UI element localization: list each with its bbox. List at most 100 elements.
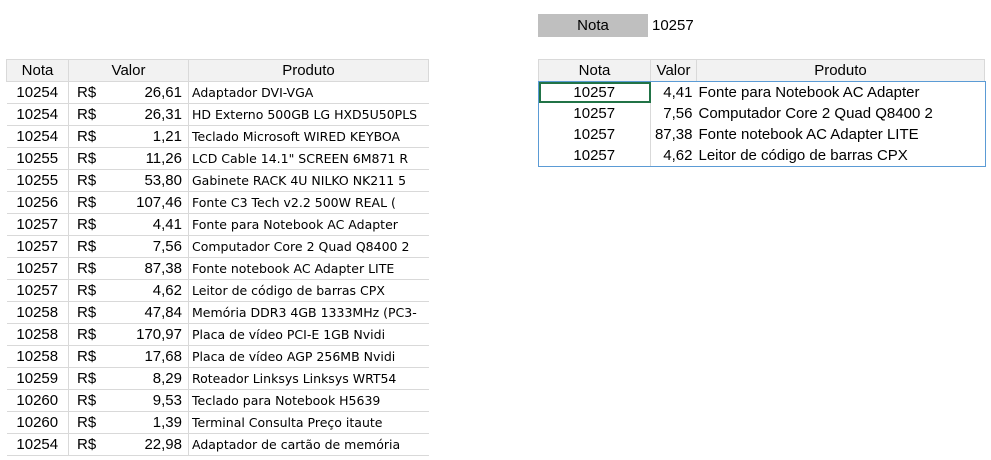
cell-produto[interactable]: Terminal Consulta Preço itaute bbox=[188, 411, 429, 434]
cell-produto[interactable]: Adaptador DVI-VGA bbox=[188, 81, 429, 104]
table-row: 10254 R$ 26,31 HD Externo 500GB LG HXD5U50P… bbox=[6, 103, 429, 126]
cell-produto[interactable]: Computador Core 2 Quad Q8400 2 bbox=[697, 103, 985, 124]
cell-currency[interactable]: R$ bbox=[68, 323, 109, 346]
cell-currency[interactable]: R$ bbox=[68, 235, 109, 258]
cell-nota[interactable]: 10257 bbox=[6, 213, 69, 236]
cell-valor[interactable]: 17,68 bbox=[108, 345, 189, 368]
cell-nota[interactable]: 10254 bbox=[6, 125, 69, 148]
cell-produto[interactable]: Fonte notebook AC Adapter LITE bbox=[697, 124, 985, 145]
table-row: 10258 R$ 17,68 Placa de vídeo AGP 256MB Nvi… bbox=[6, 345, 429, 368]
cell-valor[interactable]: 170,97 bbox=[108, 323, 189, 346]
cell-currency[interactable]: R$ bbox=[68, 345, 109, 368]
cell-currency[interactable]: R$ bbox=[68, 213, 109, 236]
cell-nota[interactable]: 10254 bbox=[6, 103, 69, 126]
table-row: 10257 87,38 Fonte notebook AC Adapter LITE bbox=[538, 124, 985, 145]
cell-produto[interactable]: LCD Cable 14.1" SCREEN 6M871 R bbox=[188, 147, 429, 170]
header-nota[interactable]: Nota bbox=[538, 59, 651, 82]
cell-produto[interactable]: Teclado para Notebook H5639 bbox=[188, 389, 429, 412]
cell-currency[interactable]: R$ bbox=[68, 169, 109, 192]
cell-valor[interactable]: 7,56 bbox=[108, 235, 189, 258]
cell-produto[interactable]: HD Externo 500GB LG HXD5U50PLS bbox=[188, 103, 429, 126]
cell-valor[interactable]: 1,39 bbox=[108, 411, 189, 434]
cell-produto[interactable]: Fonte para Notebook AC Adapter bbox=[188, 213, 429, 236]
cell-currency[interactable]: R$ bbox=[68, 147, 109, 170]
cell-currency[interactable]: R$ bbox=[68, 301, 109, 324]
cell-nota[interactable]: 10260 bbox=[6, 411, 69, 434]
cell-valor[interactable]: 47,84 bbox=[108, 301, 189, 324]
table-row: 10258 R$ 47,84 Memória DDR3 4GB 1333MHz (PC… bbox=[6, 301, 429, 324]
cell-produto[interactable]: Placa de vídeo PCI-E 1GB Nvidi bbox=[188, 323, 429, 346]
cell-currency[interactable]: R$ bbox=[68, 279, 109, 302]
cell-valor[interactable]: 53,80 bbox=[108, 169, 189, 192]
cell-nota[interactable]: 10254 bbox=[6, 433, 69, 456]
cell-produto[interactable]: Fonte notebook AC Adapter LITE bbox=[188, 257, 429, 280]
cell-valor[interactable]: 9,53 bbox=[108, 389, 189, 412]
cell-nota[interactable]: 10257 bbox=[538, 145, 651, 166]
filter-value[interactable]: 10257 bbox=[652, 14, 694, 37]
cell-valor[interactable]: 4,41 bbox=[651, 82, 697, 104]
cell-valor[interactable]: 26,31 bbox=[108, 103, 189, 126]
cell-valor[interactable]: 4,62 bbox=[108, 279, 189, 302]
cell-valor[interactable]: 4,62 bbox=[651, 145, 697, 166]
cell-nota[interactable]: 10259 bbox=[6, 367, 69, 390]
filtered-table: Nota Valor Produto 10257 4,41 Fonte para N… bbox=[537, 59, 986, 167]
cell-nota[interactable]: 10255 bbox=[6, 147, 69, 170]
cell-nota[interactable]: 10254 bbox=[6, 81, 69, 104]
cell-valor[interactable]: 22,98 bbox=[108, 433, 189, 456]
cell-currency[interactable]: R$ bbox=[68, 433, 109, 456]
cell-currency[interactable]: R$ bbox=[68, 191, 109, 214]
cell-currency[interactable]: R$ bbox=[68, 81, 109, 104]
header-produto[interactable]: Produto bbox=[696, 59, 985, 82]
active-cell[interactable]: 10257 bbox=[538, 81, 651, 103]
cell-valor[interactable]: 87,38 bbox=[651, 124, 697, 145]
filtered-table-header: Nota Valor Produto bbox=[538, 59, 985, 82]
cell-nota[interactable]: 10257 bbox=[6, 235, 69, 258]
cell-valor[interactable]: 4,41 bbox=[108, 213, 189, 236]
cell-nota[interactable]: 10257 bbox=[538, 103, 651, 124]
header-produto[interactable]: Produto bbox=[188, 59, 429, 82]
cell-nota[interactable]: 10257 bbox=[6, 279, 69, 302]
cell-produto[interactable]: Leitor de código de barras CPX bbox=[697, 145, 985, 166]
cell-valor[interactable]: 87,38 bbox=[108, 257, 189, 280]
cell-nota[interactable]: 10258 bbox=[6, 323, 69, 346]
table-row: 10257 4,62 Leitor de código de barras CPX bbox=[538, 145, 985, 166]
table-row: 10254 R$ 26,61 Adaptador DVI-VGA bbox=[6, 81, 429, 104]
cell-nota[interactable]: 10260 bbox=[6, 389, 69, 412]
cell-currency[interactable]: R$ bbox=[68, 257, 109, 280]
filter-label[interactable]: Nota bbox=[538, 14, 648, 37]
cell-valor[interactable]: 8,29 bbox=[108, 367, 189, 390]
cell-nota[interactable]: 10258 bbox=[6, 301, 69, 324]
cell-produto[interactable]: Fonte C3 Tech v2.2 500W REAL ( bbox=[188, 191, 429, 214]
cell-nota[interactable]: 10257 bbox=[538, 124, 651, 145]
cell-currency[interactable]: R$ bbox=[68, 125, 109, 148]
cell-nota[interactable]: 10256 bbox=[6, 191, 69, 214]
cell-produto[interactable]: Leitor de código de barras CPX bbox=[188, 279, 429, 302]
cell-currency[interactable]: R$ bbox=[68, 389, 109, 412]
cell-valor[interactable]: 26,61 bbox=[108, 81, 189, 104]
header-valor[interactable]: Valor bbox=[68, 59, 189, 82]
table-row: 10255 R$ 11,26 LCD Cable 14.1" SCREEN 6M871… bbox=[6, 147, 429, 170]
cell-produto[interactable]: Adaptador de cartão de memória bbox=[188, 433, 429, 456]
table-row: 10254 R$ 1,21 Teclado Microsoft WIRED KEYBO… bbox=[6, 125, 429, 148]
cell-currency[interactable]: R$ bbox=[68, 367, 109, 390]
cell-produto[interactable]: Placa de vídeo AGP 256MB Nvidi bbox=[188, 345, 429, 368]
cell-currency[interactable]: R$ bbox=[68, 411, 109, 434]
cell-produto[interactable]: Memória DDR3 4GB 1333MHz (PC3- bbox=[188, 301, 429, 324]
cell-valor[interactable]: 107,46 bbox=[108, 191, 189, 214]
cell-valor[interactable]: 7,56 bbox=[651, 103, 697, 124]
table-row: 10257 R$ 7,56 Computador Core 2 Quad Q8400 … bbox=[6, 235, 429, 258]
cell-nota[interactable]: 10255 bbox=[6, 169, 69, 192]
cell-nota[interactable]: 10258 bbox=[6, 345, 69, 368]
header-valor[interactable]: Valor bbox=[650, 59, 697, 82]
cell-produto[interactable]: Fonte para Notebook AC Adapter bbox=[697, 82, 985, 104]
cell-nota[interactable]: 10257 bbox=[6, 257, 69, 280]
cell-currency[interactable]: R$ bbox=[68, 103, 109, 126]
table-row: 10257 R$ 87,38 Fonte notebook AC Adapter LI… bbox=[6, 257, 429, 280]
cell-produto[interactable]: Computador Core 2 Quad Q8400 2 bbox=[188, 235, 429, 258]
cell-valor[interactable]: 1,21 bbox=[108, 125, 189, 148]
cell-valor[interactable]: 11,26 bbox=[108, 147, 189, 170]
cell-produto[interactable]: Gabinete RACK 4U NILKO NK211 5 bbox=[188, 169, 429, 192]
cell-produto[interactable]: Roteador Linksys Linksys WRT54 bbox=[188, 367, 429, 390]
header-nota[interactable]: Nota bbox=[6, 59, 69, 82]
cell-produto[interactable]: Teclado Microsoft WIRED KEYBOA bbox=[188, 125, 429, 148]
